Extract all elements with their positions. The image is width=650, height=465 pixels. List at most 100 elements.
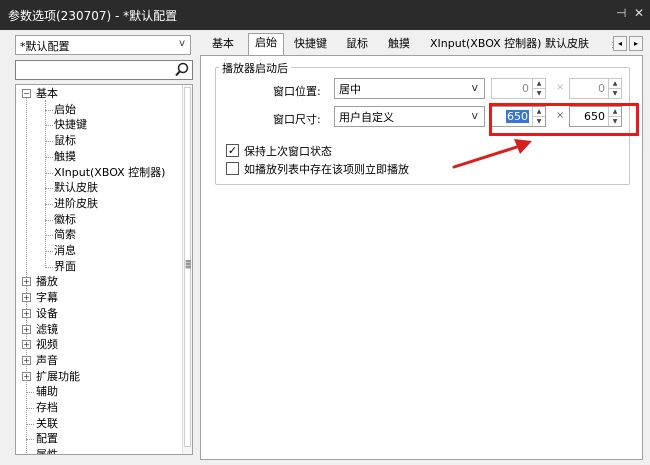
tree-item-label: 消息 — [54, 244, 76, 257]
spin-up-icon[interactable]: ▲ — [533, 79, 545, 88]
tree-item-label: 属性 — [36, 448, 58, 455]
tree-connector — [26, 95, 27, 454]
tree-item-label: 徽标 — [54, 212, 76, 226]
tree-item-label: 界面 — [54, 259, 76, 273]
tree-item-label: 启始 — [54, 102, 76, 116]
tree-item-label: 快捷键 — [54, 118, 87, 132]
position-y-value: 0 — [598, 82, 605, 95]
expand-icon[interactable]: + — [22, 277, 31, 287]
tree-connector — [45, 266, 53, 268]
times-separator: × — [556, 110, 565, 121]
collapse-icon[interactable]: − — [22, 89, 31, 98]
position-dropdown[interactable]: 居中 v — [334, 78, 485, 99]
size-dropdown[interactable]: 用户自定义 v — [334, 106, 485, 127]
pin-icon[interactable]: ⊣ — [616, 6, 626, 20]
tree-item-label: 简索 — [54, 228, 76, 242]
tree-item-label: 辅助 — [36, 385, 58, 399]
spin-down-icon[interactable]: ▼ — [533, 116, 545, 125]
spin-down-icon[interactable]: ▼ — [533, 88, 545, 97]
tree-item-leaf[interactable]: 属性 — [36, 447, 58, 455]
tab-3[interactable]: 鼠标 — [340, 35, 374, 54]
expand-icon[interactable]: + — [22, 308, 31, 318]
tree-connector — [26, 439, 34, 441]
expand-icon[interactable]: + — [22, 293, 31, 303]
play-if-in-list-checkbox[interactable] — [226, 162, 239, 175]
tab-0[interactable]: 基本 — [206, 35, 240, 54]
keep-window-state-checkbox[interactable]: ✓ — [226, 144, 239, 157]
tree-item-child[interactable]: 界面 — [54, 259, 76, 275]
tree-item-group[interactable]: 声音 — [36, 353, 58, 369]
spin-up-icon[interactable]: ▲ — [609, 79, 621, 88]
chevron-down-icon: v — [179, 38, 185, 49]
expand-icon[interactable]: + — [22, 340, 31, 350]
tree-item-child[interactable]: 徽标 — [54, 212, 76, 228]
close-icon[interactable]: ✕ — [634, 6, 644, 20]
tree-item-leaf[interactable]: 存档 — [36, 400, 58, 416]
tree-item-child[interactable]: 简索 — [54, 227, 76, 243]
tree-item-leaf[interactable]: 关联 — [36, 416, 58, 432]
tab-2[interactable]: 快捷键 — [288, 35, 333, 54]
tree-item-child[interactable]: 启始 — [54, 102, 76, 118]
tree-item-group[interactable]: 播放 — [36, 274, 58, 290]
tree-connector — [45, 219, 53, 221]
tree-item-child[interactable]: XInput(XBOX 控制器) — [54, 165, 165, 181]
size-value: 用户自定义 — [339, 111, 394, 124]
spin-up-icon[interactable]: ▲ — [533, 107, 545, 116]
tree-item-child[interactable]: 进阶皮肤 — [54, 196, 98, 212]
tab-6[interactable]: 默认皮肤 — [539, 35, 595, 54]
chevron-down-icon: v — [471, 109, 478, 122]
search-input[interactable] — [15, 60, 193, 80]
tree-item-child[interactable]: 触摸 — [54, 149, 76, 165]
tree-connector — [26, 408, 34, 409]
position-y-spinner[interactable]: 0 ▲ ▼ — [569, 78, 622, 99]
tree-item-group[interactable]: 视频 — [36, 337, 58, 353]
spin-down-icon[interactable]: ▼ — [609, 116, 621, 125]
settings-tree[interactable]: ▬ ▬ ▬ 基本 − 启始快捷键鼠标 触摸 XInput(XBOX 控制器) 默认皮肤 进阶皮肤… — [15, 84, 193, 455]
search-icon[interactable] — [174, 61, 190, 79]
profile-dropdown[interactable]: *默认配置 v — [15, 35, 191, 55]
tree-item-label: 字幕 — [36, 291, 58, 305]
tree-connector — [45, 235, 53, 237]
size-height-spinner[interactable]: 650 ▲ ▼ — [569, 106, 622, 127]
tab-4[interactable]: 触摸 — [382, 35, 416, 54]
window-title: 参数选项(230707) - *默认配置 — [8, 9, 178, 23]
tree-item-child[interactable]: 默认皮肤 — [54, 180, 98, 196]
spin-up-icon[interactable]: ▲ — [609, 107, 621, 116]
position-value: 居中 — [339, 83, 361, 96]
tree-item-child[interactable]: 快捷键 — [54, 117, 87, 133]
tree-item-basic[interactable]: 基本 — [36, 86, 58, 102]
tree-connector — [45, 251, 53, 252]
tab-scroll-left-icon[interactable]: ◂ — [613, 36, 627, 51]
tab-5[interactable]: XInput(XBOX 控制器) — [424, 35, 547, 54]
tree-connector — [45, 141, 53, 143]
tree-item-label: 视频 — [36, 338, 58, 352]
tab-scroll-right-icon[interactable]: ▸ — [629, 36, 643, 51]
size-height-value: 650 — [584, 110, 605, 123]
tree-item-leaf[interactable]: 配置 — [36, 431, 58, 447]
tree-item-label: 触摸 — [54, 149, 76, 163]
tree-item-leaf[interactable]: 辅助 — [36, 384, 58, 400]
tree-item-group[interactable]: 设备 — [36, 306, 58, 322]
times-separator: × — [556, 82, 565, 93]
tree-connector — [45, 203, 53, 205]
tree-connector — [26, 392, 34, 394]
spin-down-icon[interactable]: ▼ — [609, 88, 621, 97]
expand-icon[interactable]: + — [22, 371, 31, 381]
size-width-value[interactable]: 650 — [506, 110, 529, 123]
tab-1[interactable]: 启始 — [248, 33, 284, 55]
tree-item-label: 默认皮肤 — [54, 181, 98, 195]
tree-item-group[interactable]: 扩展功能 — [36, 369, 80, 385]
tree-item-group[interactable]: 滤镜 — [36, 322, 58, 338]
tree-item-child[interactable]: 消息 — [54, 243, 76, 259]
expand-icon[interactable]: + — [22, 324, 31, 334]
expand-icon[interactable]: + — [22, 355, 31, 365]
tree-item-child[interactable]: 鼠标 — [54, 133, 76, 149]
tree-scrollbar[interactable]: ▬ ▬ ▬ — [182, 85, 192, 454]
tree-item-label: 鼠标 — [54, 134, 76, 148]
size-width-spinner[interactable]: 650 ▲ ▼ — [491, 106, 546, 127]
position-x-spinner[interactable]: 0 ▲ ▼ — [491, 78, 546, 99]
tree-item-group[interactable]: 字幕 — [36, 290, 58, 306]
tree-item-label: 扩展功能 — [36, 369, 80, 383]
position-label: 窗口位置: — [273, 85, 321, 98]
tree-item-label: 滤镜 — [36, 322, 58, 336]
